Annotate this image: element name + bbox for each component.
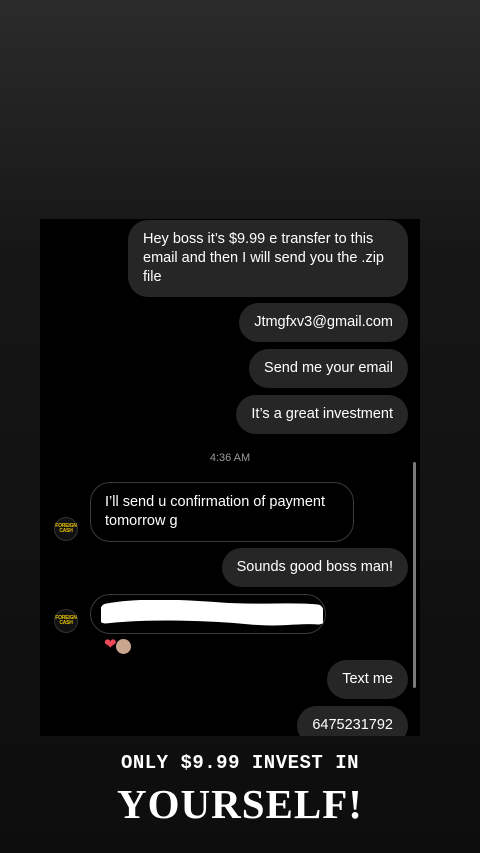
message-outgoing[interactable]: It’s a great investment <box>236 395 408 434</box>
message-timestamp: 4:36 AM <box>209 452 251 464</box>
message-outgoing[interactable]: Hey boss it’s $9.99 e transfer to this e… <box>128 220 408 297</box>
avatar[interactable]: FOREIGN CASH <box>54 517 78 541</box>
avatar[interactable]: FOREIGN CASH <box>54 609 78 633</box>
message-outgoing[interactable]: 6475231792 <box>297 706 408 736</box>
message-text: Jtmgfxv3@gmail.com <box>254 314 393 330</box>
message-text: It’s a great investment <box>251 406 393 422</box>
message-outgoing[interactable]: Sounds good boss man! <box>221 548 408 587</box>
message-reactions[interactable]: ❤ <box>104 637 132 655</box>
message-incoming-redacted[interactable]: @gmail.co <box>90 594 326 634</box>
redaction-scribble <box>101 600 323 626</box>
message-incoming[interactable]: I’ll send u confirmation of payment tomo… <box>90 482 354 542</box>
story-caption-line1: ONLY $9.99 INVEST IN <box>120 752 360 774</box>
avatar-logo-text: FOREIGN CASH <box>55 523 77 534</box>
avatar-logo-text: FOREIGN CASH <box>55 615 77 626</box>
message-outgoing[interactable]: Text me <box>327 660 408 699</box>
message-text: Sounds good boss man! <box>236 559 393 575</box>
scrollbar[interactable] <box>413 462 416 688</box>
message-text: 6475231792 <box>312 717 393 733</box>
message-outgoing[interactable]: Send me your email <box>249 349 408 388</box>
chat-screenshot: Hey boss it’s $9.99 e transfer to this e… <box>40 219 420 736</box>
message-text: Hey boss it’s $9.99 e transfer to this e… <box>143 231 384 285</box>
message-text: Send me your email <box>264 360 393 376</box>
message-text: I’ll send u confirmation of payment tomo… <box>105 494 326 529</box>
reactor-avatar <box>114 638 132 655</box>
message-text: Text me <box>342 671 393 687</box>
message-outgoing[interactable]: Jtmgfxv3@gmail.com <box>239 303 408 342</box>
story-caption-line2: YOURSELF! <box>117 781 363 827</box>
